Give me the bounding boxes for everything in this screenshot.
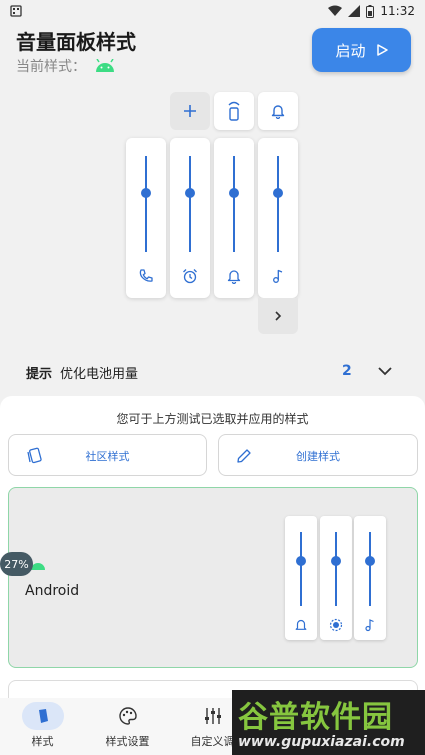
nav-style-settings-label: 样式设置: [105, 735, 150, 748]
slider-track: [189, 156, 191, 252]
start-button[interactable]: 启动: [312, 28, 411, 72]
community-styles-button[interactable]: 社区样式: [8, 434, 207, 476]
watermark: 谷普软件园 www.gupuxiazai.com: [232, 690, 425, 755]
page-title: 音量面板样式: [16, 30, 136, 54]
slider-track: [277, 156, 279, 252]
slider-thumb[interactable]: [229, 188, 239, 198]
slider-thumb[interactable]: [185, 188, 195, 198]
slider-thumb: [331, 556, 341, 566]
slider-track: [145, 156, 147, 252]
style-icon: [39, 709, 48, 723]
style-name: Android: [25, 583, 80, 599]
tip-label: 提示: [26, 367, 53, 382]
sheet-hint: 您可于上方测试已选取并应用的样式: [116, 412, 309, 426]
slider-track: [369, 532, 371, 606]
create-style-label: 创建样式: [296, 450, 340, 463]
watermark-title: 谷普软件园: [238, 700, 393, 735]
notification-icon: [10, 5, 22, 17]
current-style-label: 当前样式：: [16, 59, 86, 75]
chevron-right-icon: [275, 311, 282, 321]
slider-track: [233, 156, 235, 252]
speaker-icon: [228, 101, 240, 121]
add-button[interactable]: [170, 92, 210, 130]
notification-volume-slider[interactable]: [214, 138, 254, 298]
wifi-icon: [328, 5, 343, 16]
bell-icon: [295, 619, 307, 630]
bell-icon: [227, 270, 241, 284]
progress-badge: 27%: [0, 552, 33, 576]
slider-thumb: [296, 556, 306, 566]
start-button-label: 启动: [335, 41, 366, 60]
plus-icon: [184, 105, 196, 117]
watermark-url: www.gupuxiazai.com: [238, 734, 405, 750]
signal-icon: [348, 5, 361, 17]
palette-icon: [119, 707, 137, 725]
sliders-icon: [205, 708, 221, 724]
tip-count: 2: [342, 363, 352, 379]
expand-button[interactable]: [258, 298, 298, 334]
music-note-icon: [365, 619, 374, 632]
style-preview-slider: [354, 516, 386, 640]
style-preview-slider: [320, 516, 352, 640]
alarm-volume-slider[interactable]: [170, 138, 210, 298]
community-styles-label: 社区样式: [85, 450, 130, 463]
current-style: 当前样式：: [16, 56, 116, 76]
phone-icon: [139, 269, 153, 282]
brightness-icon: [329, 618, 343, 632]
slider-thumb[interactable]: [273, 188, 283, 198]
music-note-icon: [273, 269, 283, 283]
slider-thumb: [365, 556, 375, 566]
notification-volume-button[interactable]: [258, 92, 298, 130]
media-volume-slider[interactable]: [258, 138, 298, 298]
slider-track: [335, 532, 337, 606]
nav-styles[interactable]: 样式: [0, 698, 85, 755]
ringer-mode-button[interactable]: [214, 92, 254, 130]
create-style-button[interactable]: 创建样式: [218, 434, 418, 476]
play-icon: [376, 44, 388, 56]
bell-icon: [271, 105, 285, 119]
slider-track: [300, 532, 302, 606]
slider-thumb[interactable]: [141, 188, 151, 198]
tip-text[interactable]: 优化电池用量: [60, 363, 138, 382]
chevron-down-icon[interactable]: [376, 362, 394, 380]
status-bar: 11:32: [0, 0, 425, 24]
style-preview-slider: [285, 516, 317, 640]
alarm-icon: [183, 269, 197, 284]
status-time: 11:32: [380, 4, 415, 18]
call-volume-slider[interactable]: [126, 138, 166, 298]
nav-styles-label: 样式: [31, 735, 54, 748]
nav-style-settings[interactable]: 样式设置: [85, 698, 170, 755]
battery-icon: [366, 4, 375, 18]
android-icon: [96, 59, 114, 72]
